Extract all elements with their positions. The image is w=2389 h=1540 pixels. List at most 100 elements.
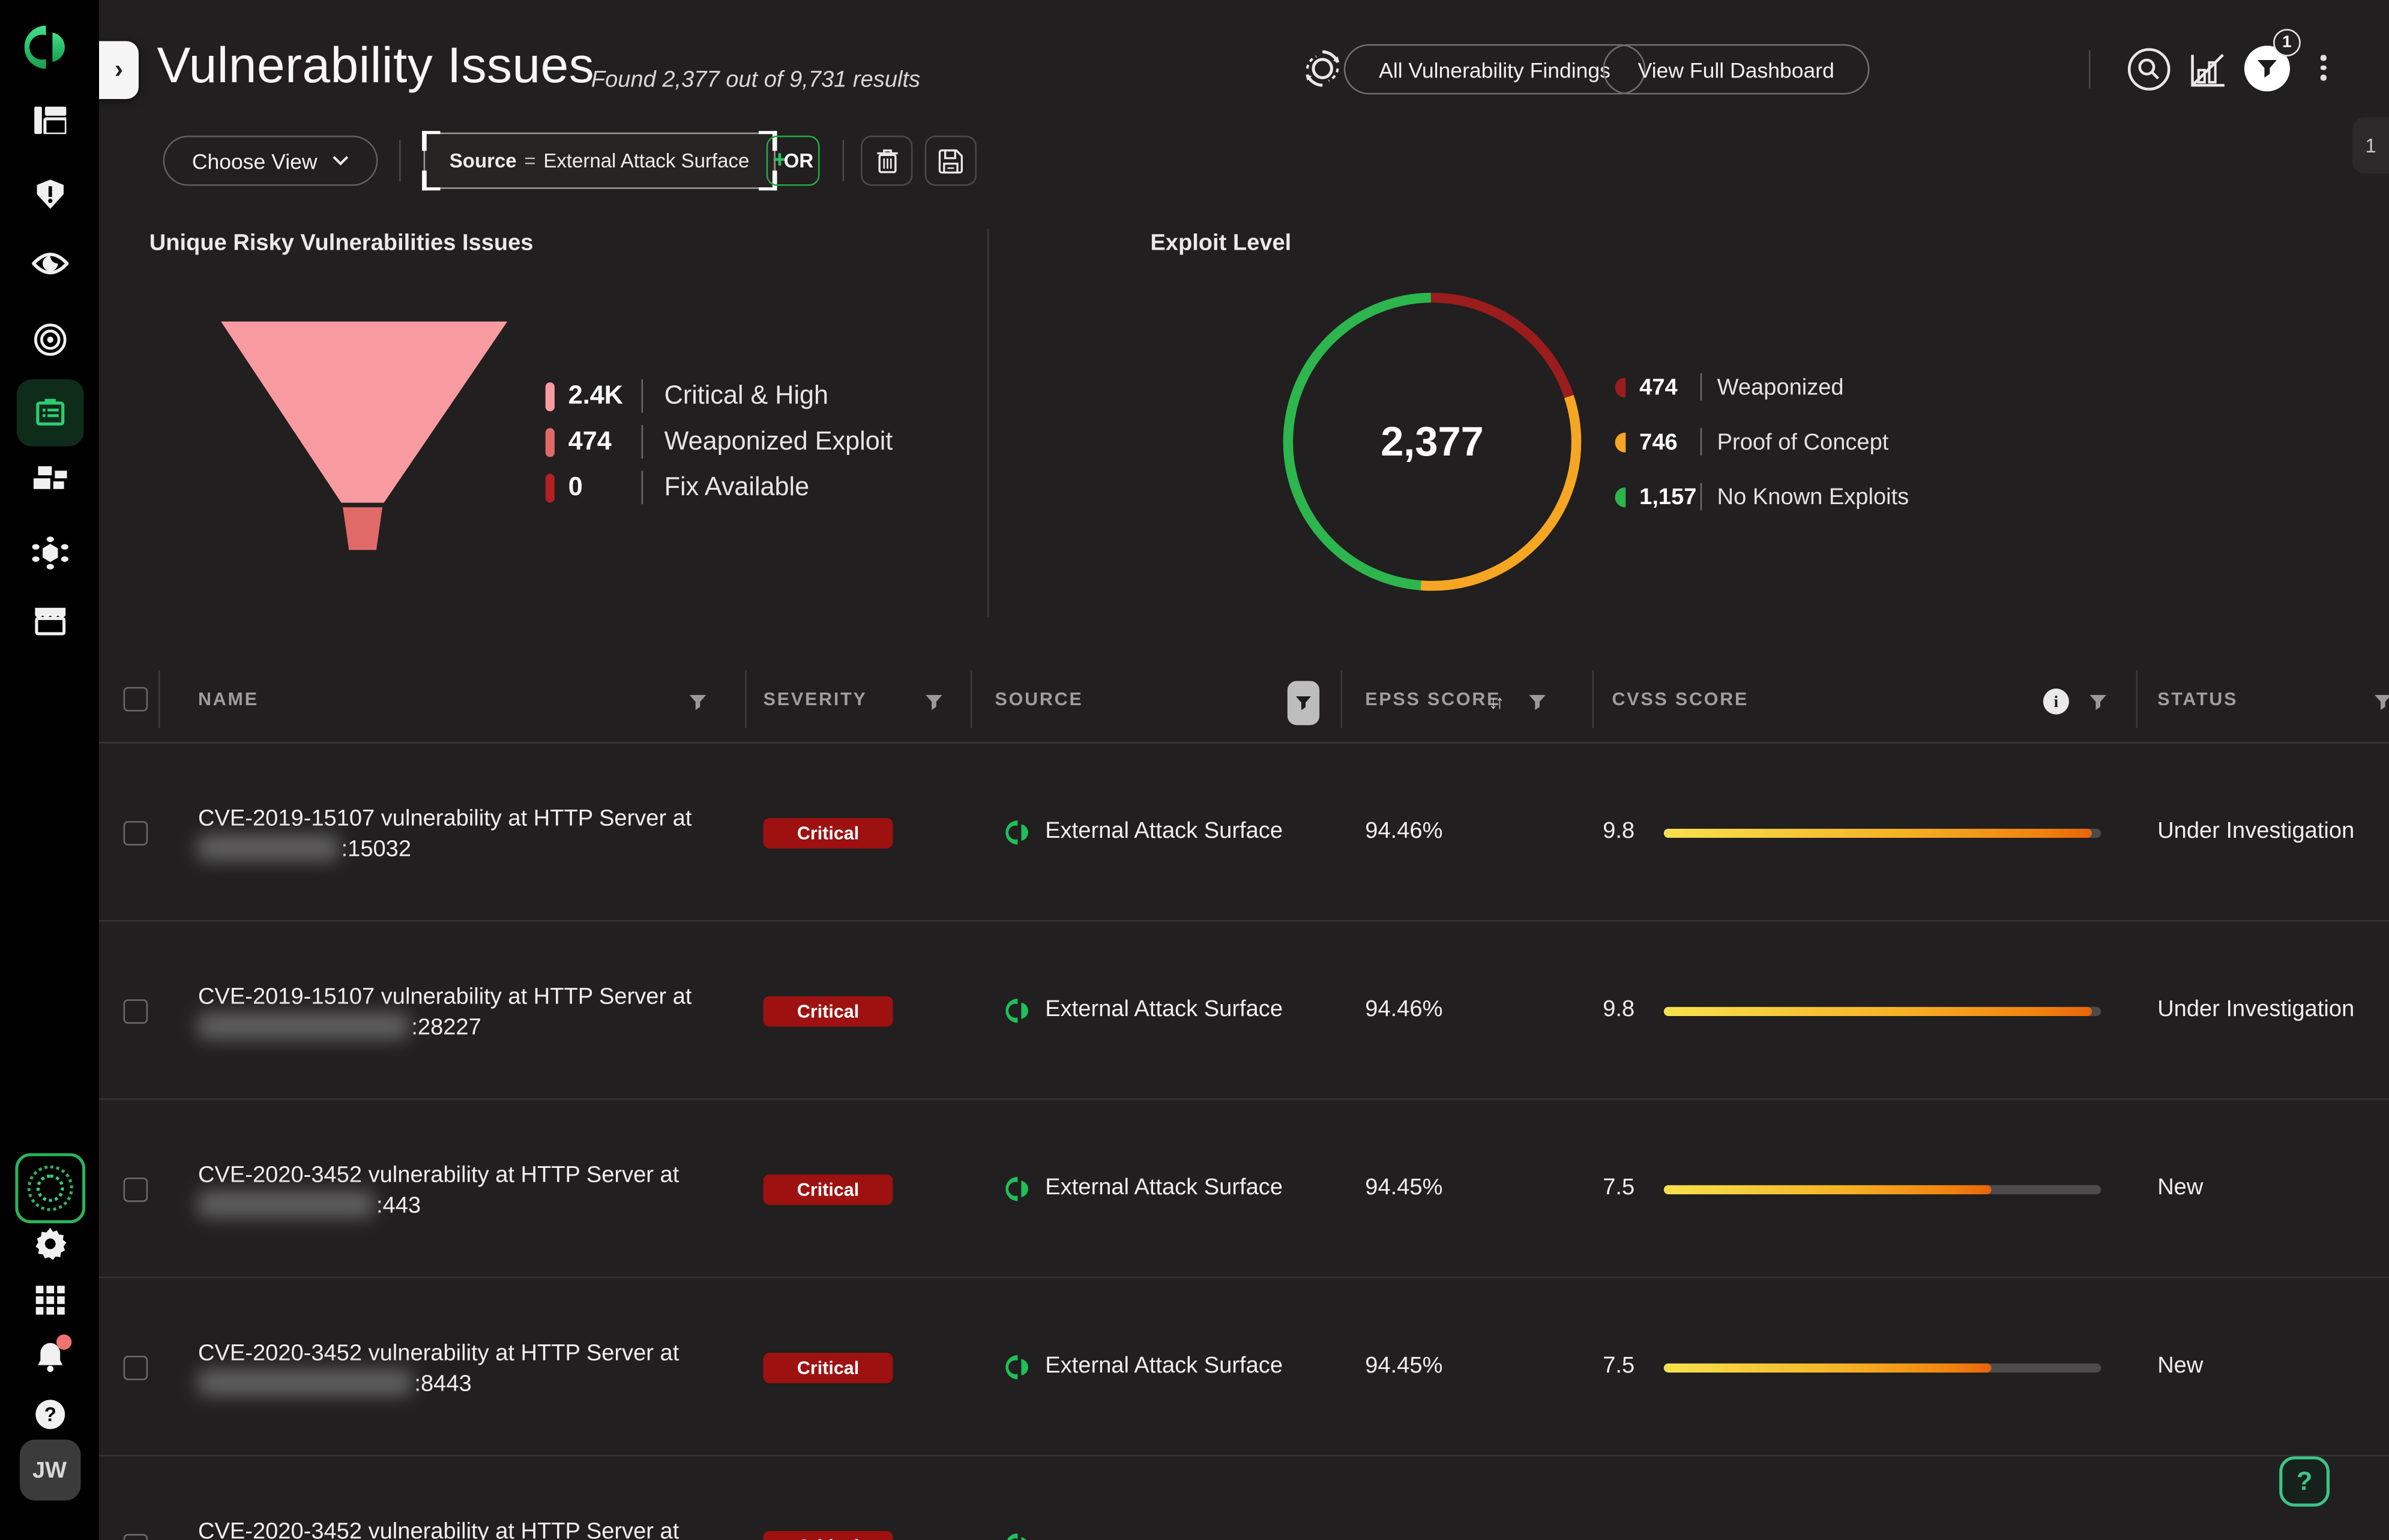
table-row[interactable]: CVE-2019-15107 vulnerability at HTTP Ser… [99, 744, 2389, 922]
column-header-status[interactable]: STATUS [2157, 688, 2238, 710]
external-attack-surface-icon [1005, 996, 1034, 1025]
sidebar-item-threats[interactable] [31, 536, 68, 570]
table-row[interactable]: CVE-2020-3452 vulnerability at HTTP Serv… [99, 1457, 2389, 1540]
vulnerability-name-line1[interactable]: CVE-2020-3452 vulnerability at HTTP Serv… [198, 1163, 679, 1188]
threat-network-icon [31, 536, 68, 570]
column-divider [158, 670, 160, 728]
row-checkbox[interactable] [124, 1356, 148, 1380]
legend-label: Weaponized Exploit [664, 427, 893, 457]
column-header-severity[interactable]: SEVERITY [764, 688, 867, 710]
sidebar-item-assets[interactable] [33, 466, 67, 491]
table-row[interactable]: CVE-2020-3452 vulnerability at HTTP Serv… [99, 1100, 2389, 1278]
docked-panel-tab[interactable]: 1 [2352, 117, 2389, 173]
sidebar-item-marketplace[interactable] [33, 606, 67, 635]
cvss-bar [1664, 829, 2101, 838]
external-attack-surface-icon [1005, 1175, 1034, 1203]
view-full-dashboard-button[interactable]: View Full Dashboard [1603, 44, 1869, 95]
port: :443 [376, 1193, 421, 1218]
brand-logo[interactable] [23, 22, 75, 73]
legend-value: 2.4K [568, 381, 639, 412]
choose-view-dropdown[interactable]: Choose View [163, 136, 379, 186]
vulnerability-name-line1[interactable]: CVE-2020-3452 vulnerability at HTTP Serv… [198, 1519, 679, 1540]
refresh-button[interactable] [1301, 47, 1344, 90]
source-filter-active[interactable] [1288, 681, 1319, 726]
sidebar-item-issues-active[interactable] [16, 379, 83, 447]
user-avatar[interactable]: JW [19, 1440, 80, 1501]
status-filter-icon[interactable] [2374, 693, 2389, 711]
sidebar-item-dashboard[interactable] [34, 107, 65, 134]
storefront-icon [33, 606, 67, 635]
app-window: ? JW › Vulnerability Issues Found 2,377 … [0, 0, 2389, 1540]
severity-filter-icon[interactable] [925, 693, 943, 711]
column-header-epss[interactable]: EPSS SCORE [1365, 688, 1501, 710]
sidebar-item-notifications[interactable] [34, 1341, 65, 1380]
sidebar-item-risk[interactable] [34, 178, 65, 210]
sidebar-item-visibility[interactable] [31, 251, 68, 276]
legend-value: 746 [1639, 429, 1697, 455]
filter-chip-source[interactable]: Source = External Attack Surface [424, 133, 776, 189]
sidebar-item-settings[interactable] [34, 1228, 65, 1260]
page-title: Vulnerability Issues [157, 37, 594, 94]
svg-text:?: ? [43, 1404, 55, 1426]
sidebar-item-help[interactable]: ? [34, 1398, 65, 1430]
analytics-chart-icon [2191, 53, 2226, 87]
column-header-source[interactable]: SOURCE [995, 688, 1083, 710]
redacted-ip [198, 1370, 411, 1395]
epss-sort-icon[interactable]: ↓↑ [1489, 691, 1502, 713]
table-row[interactable]: CVE-2020-3452 vulnerability at HTTP Serv… [99, 1278, 2389, 1457]
legend-marker [546, 427, 555, 456]
vulnerability-name-line1[interactable]: CVE-2019-15107 vulnerability at HTTP Ser… [198, 806, 692, 832]
header-divider [2089, 50, 2091, 88]
vulnerability-name-line1[interactable]: CVE-2020-3452 vulnerability at HTTP Serv… [198, 1341, 679, 1367]
column-divider [745, 670, 747, 728]
cvss-bar-fill [1664, 1364, 1992, 1373]
analytics-button[interactable] [2191, 53, 2226, 87]
vulnerability-name-line2[interactable]: :15032 [198, 835, 411, 862]
column-header-name[interactable]: NAME [198, 688, 259, 710]
ai-scan-icon [14, 1153, 85, 1223]
avatar-initials: JW [19, 1440, 80, 1501]
external-attack-surface-icon [1005, 1531, 1034, 1540]
settings-gear-icon [34, 1228, 65, 1260]
severity-badge: Critical [764, 1353, 893, 1383]
all-vulnerability-findings-button[interactable]: All Vulnerability Findings [1344, 44, 1646, 95]
row-checkbox[interactable] [124, 1178, 148, 1202]
delete-filter-button[interactable] [861, 136, 912, 186]
chip-field: Source [450, 149, 517, 172]
cvss-filter-icon[interactable] [2089, 693, 2107, 711]
row-checkbox[interactable] [124, 999, 148, 1024]
save-view-button[interactable] [925, 136, 977, 186]
epss-filter-icon[interactable] [1528, 693, 1546, 711]
table-row[interactable]: CVE-2019-15107 vulnerability at HTTP Ser… [99, 922, 2389, 1100]
redacted-ip [198, 1013, 408, 1039]
vulnerability-name-line2[interactable]: :443 [198, 1191, 421, 1219]
add-or-condition-button[interactable]: + OR [767, 136, 820, 186]
cvss-score: 7.5 [1603, 1353, 1634, 1379]
sidebar-item-ai-scan[interactable] [14, 1153, 85, 1223]
help-floating-button[interactable]: ? [2279, 1457, 2330, 1507]
expand-panel-button[interactable]: › [99, 41, 139, 99]
name-filter-icon[interactable] [688, 693, 706, 711]
sidebar-item-apps[interactable] [35, 1286, 64, 1314]
vulnerability-name-line1[interactable]: CVE-2019-15107 vulnerability at HTTP Ser… [198, 984, 692, 1010]
shield-alert-icon [34, 178, 65, 210]
row-checkbox[interactable] [124, 1534, 148, 1540]
notification-dot [56, 1335, 71, 1350]
cvss-info-icon[interactable]: i [2043, 688, 2069, 714]
row-checkbox[interactable] [124, 821, 148, 846]
legend-label: Critical & High [664, 381, 828, 412]
funnel-stage-critical-high[interactable] [221, 322, 507, 503]
funnel-stage-weaponized[interactable] [343, 507, 382, 550]
kebab-menu-button[interactable] [2321, 55, 2326, 80]
select-all-checkbox[interactable] [124, 687, 148, 712]
vulnerability-name-line2[interactable]: :28227 [198, 1013, 481, 1041]
sidebar-item-targets[interactable] [33, 323, 67, 356]
legend-label: No Known Exploits [1717, 484, 1909, 510]
epss-score: 94.46% [1365, 818, 1442, 844]
vulnerability-name-line2[interactable]: :8443 [198, 1370, 472, 1397]
legend-divider [1701, 373, 1702, 401]
column-header-cvss[interactable]: CVSS SCORE [1612, 688, 1749, 710]
dashboard-icon [34, 107, 65, 134]
search-button[interactable] [2127, 47, 2171, 92]
status-value: Under Investigation [2157, 818, 2354, 844]
